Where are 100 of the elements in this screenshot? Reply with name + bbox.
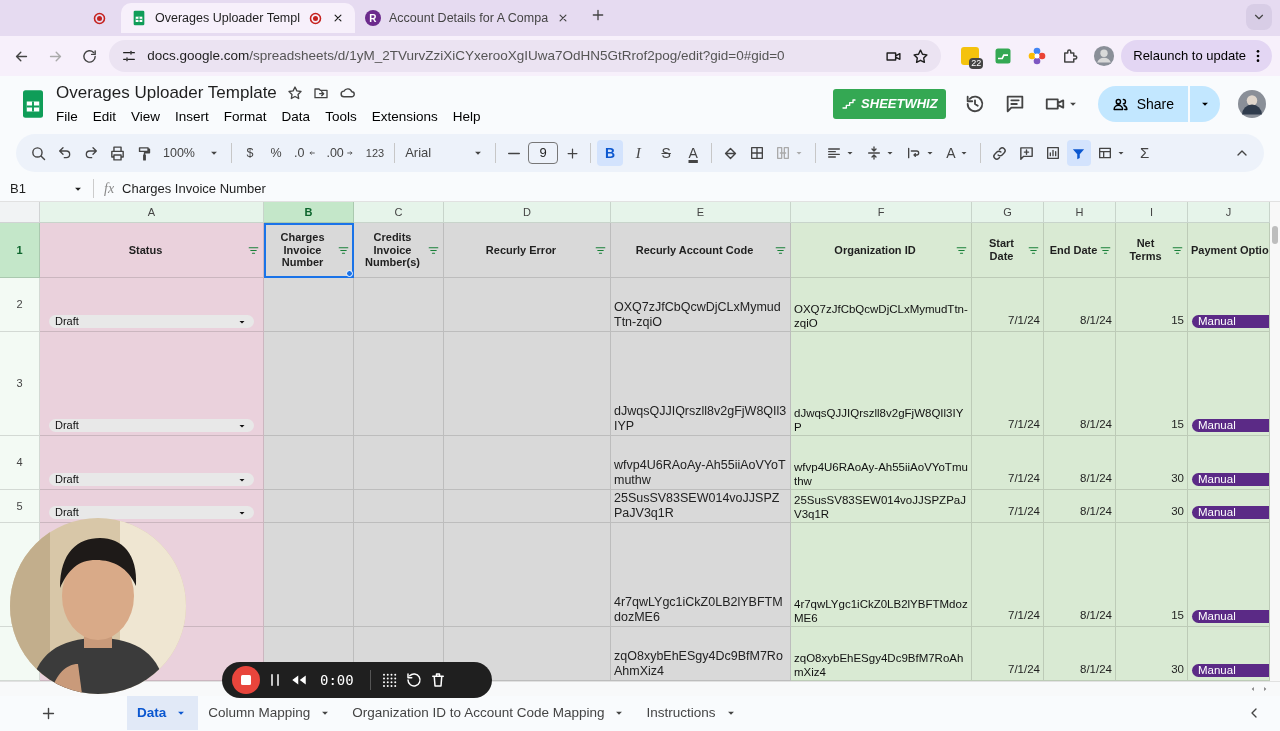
restart-button[interactable] xyxy=(404,671,423,689)
column-letter[interactable]: H xyxy=(1044,202,1116,223)
sheet-tab[interactable]: Data xyxy=(127,696,199,730)
table-cell[interactable]: zqO8xybEhESgy4Dc9BfM7RoAhmXiz4 xyxy=(611,627,791,681)
functions-button[interactable]: Σ xyxy=(1132,140,1157,166)
header-cell[interactable]: End Date xyxy=(1044,223,1116,278)
filter-icon[interactable] xyxy=(247,244,260,257)
table-cell[interactable]: 7/1/24 xyxy=(972,490,1044,523)
table-cell[interactable]: wfvp4U6RAoAy-Ah55iiAoVYoTmuthw xyxy=(791,436,972,490)
table-cell[interactable] xyxy=(354,523,444,627)
table-cell[interactable]: 30 xyxy=(1116,627,1188,681)
share-button[interactable]: Share xyxy=(1097,86,1188,122)
avatar-icon[interactable] xyxy=(1238,90,1266,118)
table-cell[interactable] xyxy=(264,490,354,523)
table-cell[interactable]: 8/1/24 xyxy=(1044,523,1116,627)
table-cell[interactable] xyxy=(264,278,354,332)
header-cell[interactable]: Recurly Error xyxy=(444,223,611,278)
browser-tab[interactable]: R Account Details for A Compa xyxy=(355,3,581,33)
table-cell[interactable] xyxy=(444,490,611,523)
column-letter[interactable]: A xyxy=(40,202,264,223)
puzzle-icon[interactable] xyxy=(1061,47,1080,65)
table-cell[interactable]: 25SusSV83SEW014voJJSPZPaJV3q1R xyxy=(611,490,791,523)
relaunch-button[interactable]: Relaunch to update xyxy=(1121,40,1272,72)
table-cell[interactable]: dJwqsQJJIQrszll8v2gFjW8QIl3IYP xyxy=(611,332,791,436)
header-cell[interactable]: Charges Invoice Number xyxy=(264,223,354,278)
table-cell[interactable]: zqO8xybEhESgy4Dc9BfM7RoAhmXiz4 xyxy=(791,627,972,681)
table-cell[interactable] xyxy=(264,436,354,490)
header-cell[interactable]: Credits Invoice Number(s) xyxy=(354,223,444,278)
table-cell[interactable]: 25SusSV83SEW014voJJSPZPaJV3q1R xyxy=(791,490,972,523)
header-cell[interactable]: Net Terms xyxy=(1116,223,1188,278)
menu-item[interactable]: Format xyxy=(223,105,267,128)
table-cell[interactable] xyxy=(444,436,611,490)
stop-button[interactable] xyxy=(232,666,260,694)
column-letter[interactable]: D xyxy=(444,202,611,223)
table-cell[interactable]: OXQ7zJfCbQcwDjCLxMymudTtn-zqiO xyxy=(791,278,972,332)
status-dropdown[interactable]: Draft xyxy=(49,419,254,432)
number-format-button[interactable]: 123 xyxy=(361,140,389,166)
table-cell[interactable]: wfvp4U6RAoAy-Ah55iiAoVYoTmuthw xyxy=(611,436,791,490)
table-cell[interactable]: 4r7qwLYgc1iCkZ0LB2lYBFTMdozME6 xyxy=(791,523,972,627)
menu-item[interactable]: Extensions xyxy=(371,105,438,128)
header-cell[interactable]: Status xyxy=(40,223,264,278)
table-cell[interactable]: 8/1/24 xyxy=(1044,627,1116,681)
table-cell[interactable] xyxy=(354,332,444,436)
increase-decimal-button[interactable]: .00 xyxy=(322,140,360,166)
table-cell[interactable]: 30 xyxy=(1116,490,1188,523)
table-cell[interactable]: 8/1/24 xyxy=(1044,436,1116,490)
column-letter[interactable]: E xyxy=(611,202,791,223)
row-number[interactable]: 3 xyxy=(0,332,40,436)
table-cell[interactable]: 7/1/24 xyxy=(972,278,1044,332)
column-letter[interactable]: F xyxy=(791,202,972,223)
column-letter[interactable]: G xyxy=(972,202,1044,223)
column-letter[interactable]: B xyxy=(264,202,354,223)
row-number[interactable]: 2 xyxy=(0,278,40,332)
fill-handle[interactable] xyxy=(346,270,353,277)
filter-icon[interactable] xyxy=(1027,244,1040,257)
status-dropdown[interactable]: Draft xyxy=(49,315,254,328)
table-cell[interactable] xyxy=(444,332,611,436)
header-cell[interactable]: Payment Optio xyxy=(1188,223,1270,278)
table-cell[interactable]: 7/1/24 xyxy=(972,332,1044,436)
extension-icon[interactable] xyxy=(993,46,1014,66)
status-dropdown[interactable]: Draft xyxy=(49,506,254,519)
column-letter[interactable]: J xyxy=(1188,202,1270,223)
table-cell[interactable]: 15 xyxy=(1116,278,1188,332)
filter-button[interactable] xyxy=(1066,140,1091,166)
menu-item[interactable]: Tools xyxy=(325,105,357,128)
browser-tab[interactable]: Overages Uploader Templ xyxy=(121,3,355,33)
menu-item[interactable]: Help xyxy=(452,105,481,128)
star-icon[interactable] xyxy=(912,47,930,65)
table-cell[interactable]: 15 xyxy=(1116,332,1188,436)
table-cell[interactable] xyxy=(444,627,611,681)
row-number[interactable]: 4 xyxy=(0,436,40,490)
filter-icon[interactable] xyxy=(337,244,350,257)
table-cell[interactable] xyxy=(264,332,354,436)
status-dropdown[interactable]: Draft xyxy=(49,473,254,486)
decrease-decimal-button[interactable]: .0 xyxy=(290,140,321,166)
table-cell[interactable]: 8/1/24 xyxy=(1044,490,1116,523)
menu-item[interactable]: Data xyxy=(281,105,311,128)
header-cell[interactable]: Recurly Account Code xyxy=(611,223,791,278)
table-cell[interactable]: 30 xyxy=(1116,436,1188,490)
table-cell[interactable] xyxy=(354,490,444,523)
name-box[interactable]: B1 xyxy=(10,178,94,199)
menu-item[interactable]: View xyxy=(131,105,161,128)
strikethrough-button[interactable]: S xyxy=(653,140,680,166)
font-dropdown[interactable]: Arial xyxy=(401,140,490,166)
filter-icon[interactable] xyxy=(774,244,787,257)
table-cell[interactable]: 8/1/24 xyxy=(1044,278,1116,332)
table-cell[interactable] xyxy=(264,523,354,627)
sheet-tab[interactable]: Instructions xyxy=(636,696,748,730)
header-cell[interactable]: Organization ID xyxy=(791,223,972,278)
header-cell[interactable]: Start Date xyxy=(972,223,1044,278)
document-title[interactable]: Overages Uploader Template xyxy=(56,80,277,106)
table-cell[interactable]: 4r7qwLYgc1iCkZ0LB2lYBFTMdozME6 xyxy=(611,523,791,627)
font-size-field[interactable]: 9 xyxy=(528,142,559,164)
italic-button[interactable]: I xyxy=(625,140,652,166)
filter-icon[interactable] xyxy=(955,244,968,257)
menu-item[interactable]: File xyxy=(56,105,78,128)
table-cell[interactable]: 7/1/24 xyxy=(972,627,1044,681)
address-bar[interactable]: docs.google.com/spreadsheets/d/1yM_2TVurvZziXiCYxerooXgIUwa7OdHN5GtRrof2pog/edit?gid=0#gid=0 xyxy=(109,40,942,72)
table-cell[interactable]: 15 xyxy=(1116,523,1188,627)
filter-icon[interactable] xyxy=(594,244,607,257)
